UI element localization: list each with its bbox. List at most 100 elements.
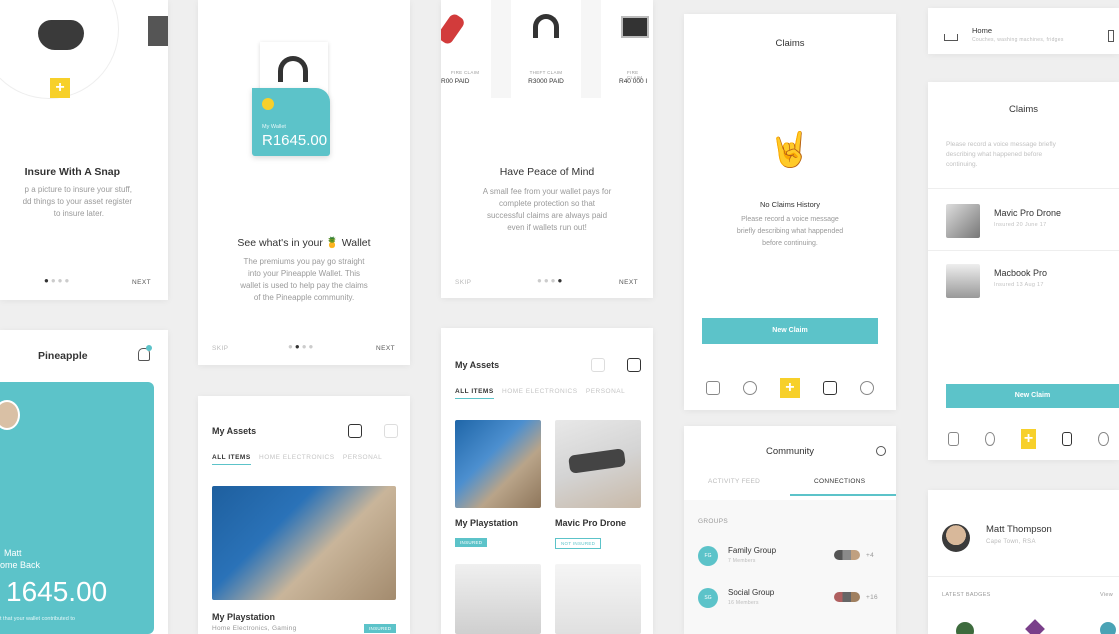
claim-item-macbook[interactable]: Macbook Pro Insured 13 Aug 17 (928, 254, 1119, 308)
new-claim-button[interactable]: New Claim (946, 384, 1119, 408)
assets-title: My Assets (455, 360, 500, 370)
list-view-icon[interactable] (591, 358, 605, 372)
claim-1-label: FIRE CLAIM (451, 70, 480, 75)
group-members: 7 Members (728, 558, 756, 564)
claim-item-drone[interactable]: Mavic Pro Drone Insured 20 June 17 (928, 194, 1119, 248)
macbook-photo[interactable] (455, 564, 541, 634)
profile-icon[interactable] (1098, 432, 1109, 446)
claim-name: Mavic Pro Drone (994, 208, 1062, 218)
home-label: Home (972, 26, 993, 35)
settings-icon[interactable] (742, 381, 757, 395)
snap-plus-button[interactable]: + (50, 78, 70, 98)
snap-body-line-3: to insure later. (53, 209, 104, 218)
tab-home-electronics[interactable]: HOME ELECTRONICS (502, 388, 578, 395)
wallet-body-1: The premiums you pay go straight (243, 257, 365, 266)
asset-tabs: ALL ITEMS HOME ELECTRONICS PERSONAL (212, 454, 382, 465)
community-card: Community ACTIVITY FEED CONNECTIONS GROU… (684, 426, 896, 634)
wallet-body-3: wallet is used to help pay the claims (240, 281, 368, 290)
pager-dots: ●●●● (288, 342, 316, 351)
asset-sub: Home Electronics, Gaming (212, 625, 297, 632)
profile-avatar[interactable] (942, 524, 970, 552)
tab-home-electronics[interactable]: HOME ELECTRONICS (259, 454, 335, 461)
skip-button[interactable]: SKIP (455, 279, 471, 286)
greeting-text: ome Back (0, 560, 41, 570)
tab-underline (790, 494, 896, 496)
asset-1-name: My Playstation (455, 518, 519, 528)
next-button[interactable]: NEXT (619, 279, 638, 286)
profile-icon[interactable] (860, 381, 875, 395)
groups-label: GROUPS (698, 518, 728, 525)
badge-icon (956, 622, 974, 634)
home-sub: Couches, washing machines, fridges (972, 37, 1064, 43)
grid-view-icon[interactable] (384, 424, 398, 438)
insured-badge: INSURED (455, 538, 488, 547)
asset-name: My Playstation (212, 612, 276, 622)
claims-title: Claims (1008, 104, 1039, 115)
empty-body-1: Please record a voice message (741, 216, 839, 223)
pager-dots: ●●●● (44, 276, 72, 285)
document-icon[interactable] (1061, 432, 1073, 446)
tab-activity-feed[interactable]: ACTIVITY FEED (708, 478, 760, 485)
badge-icon (1025, 619, 1045, 634)
notification-dot (146, 345, 152, 351)
claims-body-3: continuing. (946, 161, 978, 168)
settings-icon[interactable] (984, 432, 996, 446)
peace-body-4: even if wallets run out! (507, 223, 587, 232)
list-view-icon[interactable] (348, 424, 362, 438)
empty-body-3: before continuing. (762, 240, 818, 247)
tab-personal[interactable]: PERSONAL (343, 454, 382, 461)
pager-dots: ●●●● (537, 276, 565, 285)
peace-title: Have Peace of Mind (499, 166, 595, 178)
claim-name: Macbook Pro (994, 268, 1048, 278)
claims-list-card: Claims Please record a voice message bri… (928, 82, 1119, 460)
bottom-tab-bar: + (928, 418, 1119, 460)
claims-body-1: Please record a voice message briefly (946, 141, 1056, 148)
wallet-body-2: into your Pineapple Wallet. This (247, 269, 361, 278)
group-row-social[interactable]: SG Social Group 16 Members +16 (684, 580, 896, 620)
add-friend-icon[interactable] (876, 446, 886, 456)
bottom-tab-bar: + (684, 366, 896, 410)
drone-thumbnail (946, 204, 980, 238)
airpods-photo[interactable] (555, 564, 641, 634)
member-avatars (834, 592, 860, 602)
asset-tabs: ALL ITEMS HOME ELECTRONICS PERSONAL (455, 388, 625, 399)
member-count: +16 (866, 594, 878, 601)
group-name: Family Group (728, 546, 777, 555)
group-name: Social Group (728, 588, 775, 597)
group-row-family[interactable]: FG Family Group 7 Members +4 (684, 538, 896, 578)
next-button[interactable]: NEXT (132, 279, 151, 286)
member-avatars (834, 550, 860, 560)
my-assets-list-card: My Assets ALL ITEMS HOME ELECTRONICS PER… (198, 396, 410, 634)
claim-3-value: R40 000 I (619, 78, 648, 85)
tab-all-items[interactable]: ALL ITEMS (212, 454, 251, 465)
add-button[interactable]: + (779, 378, 800, 398)
tab-all-items[interactable]: ALL ITEMS (455, 388, 494, 399)
peace-body-1: A small fee from your wallet pays for (482, 187, 612, 196)
home-icon[interactable] (948, 432, 959, 446)
skip-button[interactable]: SKIP (212, 345, 228, 352)
playstation-photo[interactable] (212, 486, 396, 600)
home-category-strip: Home Couches, washing machines, fridges (928, 8, 1119, 54)
home-icon[interactable] (705, 381, 720, 395)
claim-sub: Insured 20 June 17 (994, 222, 1047, 228)
tab-personal[interactable]: PERSONAL (586, 388, 625, 395)
edit-icon[interactable] (1108, 30, 1114, 42)
claim-1-value: R00 PAID (441, 78, 470, 85)
pineapple-home-card: Pineapple Matt ome Back 1645.00 t that y… (0, 330, 168, 634)
snap-body-line-1: p a picture to insure your stuff, (24, 185, 132, 194)
grid-view-icon[interactable] (627, 358, 641, 372)
new-claim-button[interactable]: New Claim (702, 318, 878, 344)
member-count: +4 (866, 552, 875, 559)
next-button[interactable]: NEXT (376, 345, 395, 352)
headphones-icon (533, 14, 559, 38)
tab-connections[interactable]: CONNECTIONS (814, 478, 865, 485)
peace-of-mind-card: FIRE CLAIM R00 PAID THEFT CLAIM R3000 PA… (441, 0, 653, 298)
view-all-link[interactable]: View (1100, 592, 1113, 598)
macbook-thumbnail (946, 264, 980, 298)
document-icon[interactable] (823, 381, 838, 395)
playstation-photo[interactable] (455, 420, 541, 508)
my-assets-grid-card: My Assets ALL ITEMS HOME ELECTRONICS PER… (441, 328, 653, 634)
community-title: Community (765, 446, 815, 457)
add-button[interactable]: + (1021, 429, 1036, 449)
home-title: Pineapple (38, 350, 88, 362)
